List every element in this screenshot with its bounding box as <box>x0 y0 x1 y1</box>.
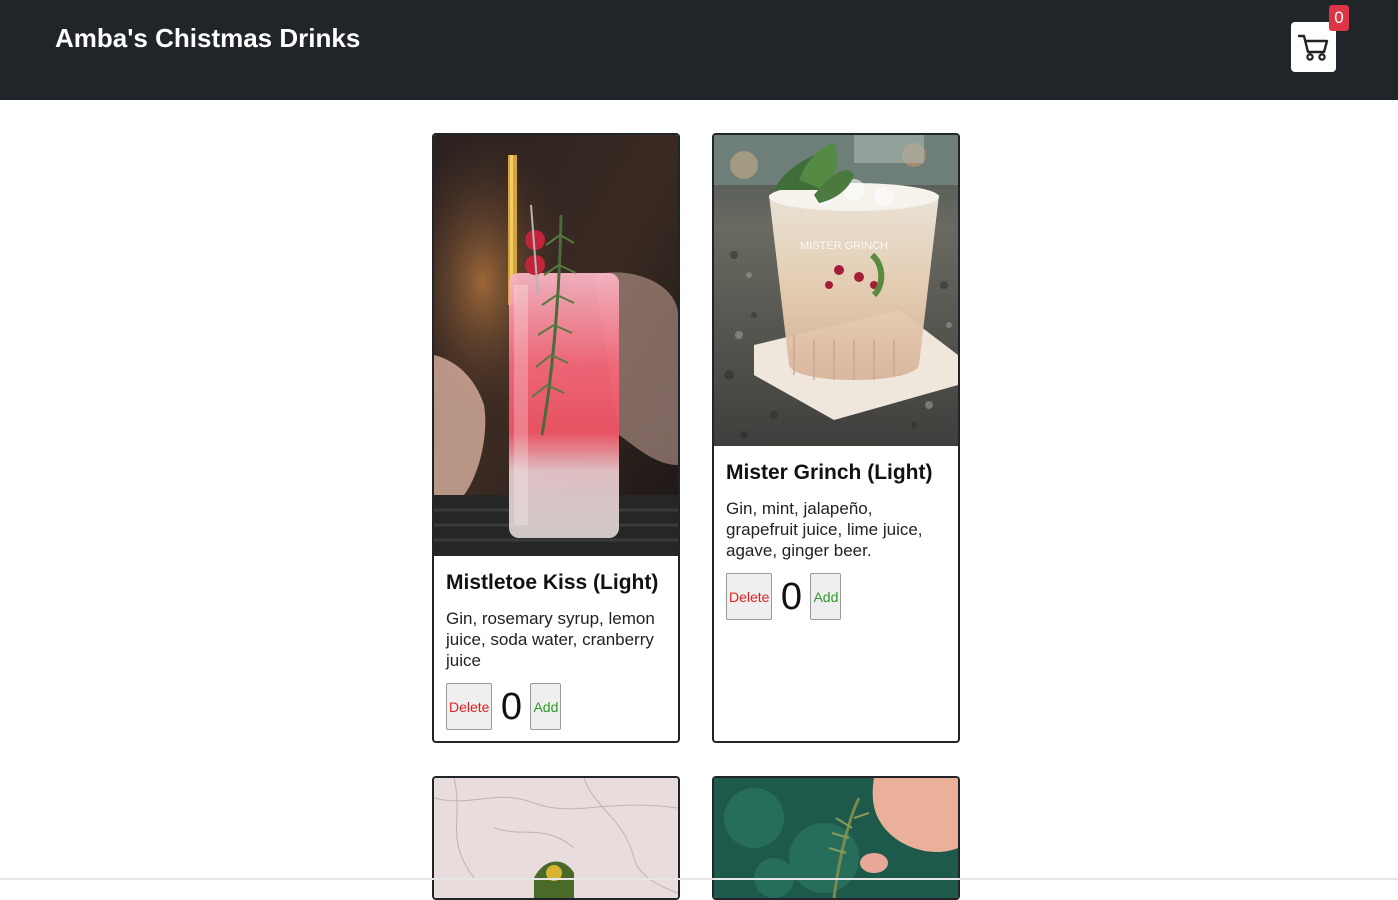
add-button[interactable]: Add <box>810 573 842 620</box>
drink-photo <box>434 778 678 898</box>
quantity-value: 0 <box>500 685 523 728</box>
drink-card-3 <box>432 776 680 900</box>
drink-ingredients: Gin, mint, jalapeño, grapefruit juice, l… <box>726 499 923 560</box>
quantity-controls: Delete 0 Add <box>726 573 946 620</box>
drink-ingredients: Gin, rosemary syrup, lemon juice, soda w… <box>446 609 655 670</box>
navbar: Amba's Chistmas Drinks 0 <box>0 0 1398 100</box>
drink-title: Mistletoe Kiss (Light) <box>446 571 659 594</box>
add-button[interactable]: Add <box>530 683 562 730</box>
drink-photo <box>714 778 958 898</box>
drink-photo <box>434 135 678 556</box>
shopping-cart-icon <box>1297 34 1328 61</box>
cart-count-badge: 0 <box>1329 5 1349 31</box>
quantity-value: 0 <box>780 575 803 618</box>
delete-button[interactable]: Delete <box>446 683 493 730</box>
site-title[interactable]: Amba's Chistmas Drinks <box>55 22 360 54</box>
drink-card-4 <box>712 776 960 900</box>
drink-photo: MISTER GRINCH <box>714 135 958 446</box>
drink-card-mister-grinch: MISTER GRINCH Mister Grinch (Light) Gin,… <box>712 133 960 743</box>
glass-engraving: MISTER GRINCH <box>800 240 888 252</box>
delete-button[interactable]: Delete <box>726 573 773 620</box>
quantity-controls: Delete 0 Add <box>446 683 666 730</box>
drink-card-mistletoe-kiss: Mistletoe Kiss (Light) Gin, rosemary syr… <box>432 133 680 743</box>
drink-title: Mister Grinch (Light) <box>726 461 933 484</box>
